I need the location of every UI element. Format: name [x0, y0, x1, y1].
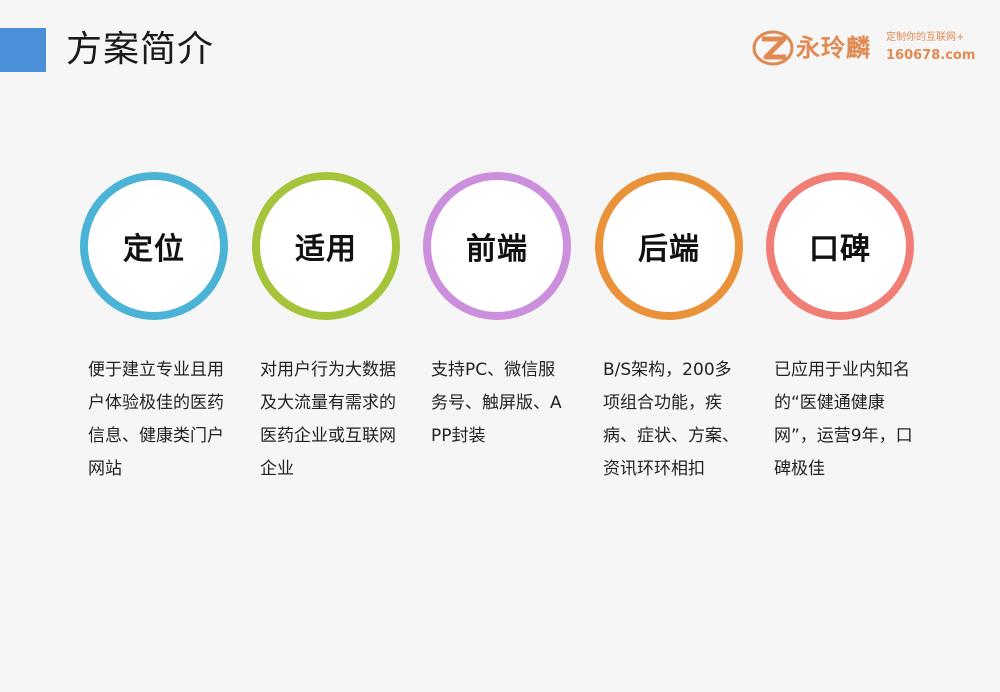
- feature-description: B/S架构，200多项组合功能，疾病、症状、方案、资讯环环相扣: [603, 360, 739, 479]
- feature-circle: 后端: [595, 172, 743, 320]
- title-accent-bar: [0, 28, 46, 72]
- feature-circle: 口碑: [766, 172, 914, 320]
- page-title: 方案简介: [66, 29, 215, 70]
- brand-name: 永玲麟: [796, 34, 871, 62]
- feature-description: 便于建立专业且用户体验极佳的医药信息、健康类门户网站: [88, 360, 224, 479]
- brand-slogan: 定制你的互联网+: [886, 32, 965, 43]
- feature-title: 前端: [466, 232, 528, 267]
- feature-description: 对用户行为大数据及大流量有需求的医药企业或互联网企业: [260, 360, 396, 479]
- feature-circle: 前端: [423, 172, 571, 320]
- feature-circle: 适用: [252, 172, 400, 320]
- brand-z-logo-icon: [752, 30, 794, 66]
- feature-description: 已应用于业内知名的“医健通健康网”，运营9年，口碑极佳: [774, 360, 913, 479]
- brand-logo: 永玲麟 定制你的互联网+ 160678.com: [752, 30, 976, 70]
- feature-title: 后端: [638, 232, 700, 267]
- feature-circle: 定位: [80, 172, 228, 320]
- feature-title: 适用: [295, 232, 357, 267]
- feature-list: 定位 便于建立专业且用户体验极佳的医药信息、健康类门户网站 适用 对用户行为大数…: [80, 172, 940, 532]
- brand-url: 160678.com: [886, 48, 976, 63]
- feature-title: 口碑: [809, 232, 871, 267]
- feature-title: 定位: [123, 232, 185, 267]
- feature-description: 支持PC、微信服务号、触屏版、APP封装: [431, 360, 562, 446]
